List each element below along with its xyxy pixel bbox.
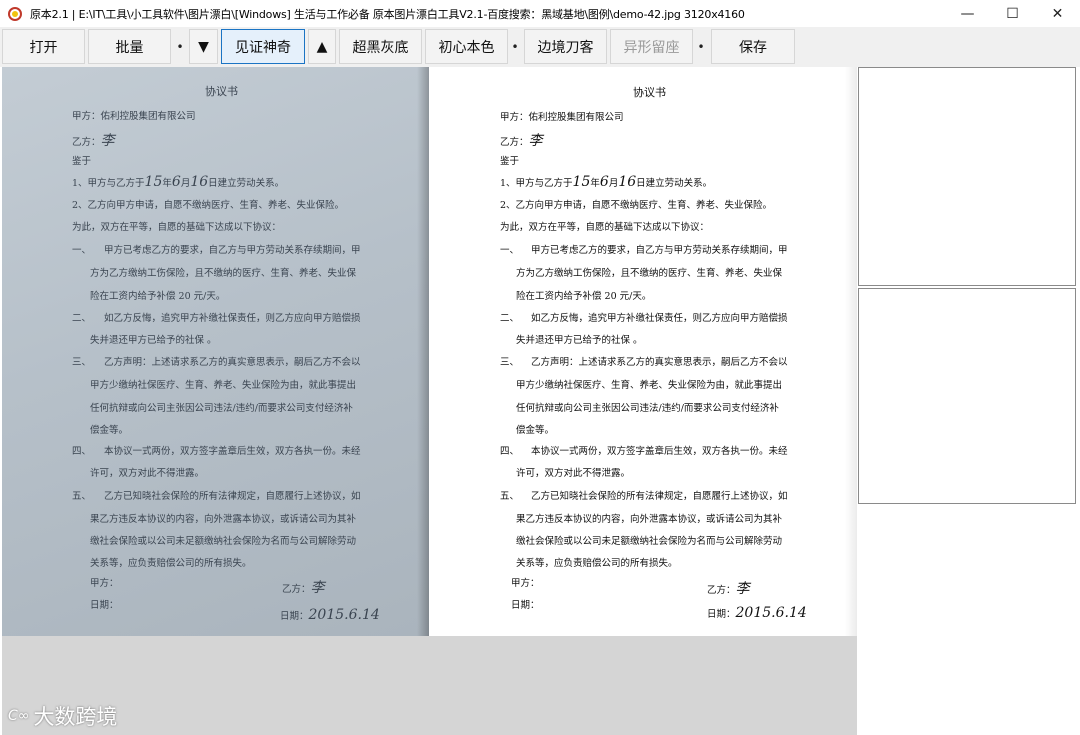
doc-item-num: 五、	[72, 491, 92, 502]
up-arrow-button[interactable]: ▲	[308, 29, 336, 64]
doc-sign-b: 乙方：李	[282, 580, 325, 596]
witness-button[interactable]: 见证神奇	[221, 29, 305, 64]
doc-clause-2: 2、乙方向甲方申请，自愿不缴纳医疗、生育、养老、失业保险。	[500, 200, 773, 211]
doc-paragraph-line: 如乙方反悔，追究甲方补缴社保责任，则乙方应向甲方赔偿损	[531, 313, 788, 324]
doc-party-b: 乙方：李	[500, 133, 543, 149]
canvas-background	[2, 636, 857, 735]
watermark-logo-icon: C∞	[8, 708, 30, 724]
doc-party-a: 甲方：佑利控股集团有限公司	[500, 112, 624, 123]
batch-button[interactable]: 批量	[88, 29, 171, 64]
close-button[interactable]: ✕	[1035, 0, 1080, 27]
minimize-button[interactable]: —	[945, 0, 990, 27]
doc-paragraph-line: 失并退还甲方已给予的社保 。	[90, 335, 217, 346]
doc-paragraph-line: 乙方声明：上述请求系乙方的真实意思表示，嗣后乙方不会以	[531, 357, 788, 368]
doc-party-b: 乙方：李	[72, 133, 115, 149]
doc-paragraph-line: 缴社会保险或以公司未足额缴纳社会保险为名而与公司解除劳动	[90, 536, 357, 547]
doc-paragraph-line: 乙方声明：上述请求系乙方的真实意思表示，嗣后乙方不会以	[104, 357, 361, 368]
doc-clause-2: 2、乙方向甲方申请，自愿不缴纳医疗、生育、养老、失业保险。	[72, 200, 345, 211]
doc-paragraph-line: 如乙方反悔，追究甲方补缴社保责任，则乙方应向甲方赔偿损	[104, 313, 361, 324]
doc-paragraph-line: 乙方已知晓社会保险的所有法律规定，自愿履行上述协议，如	[104, 491, 361, 502]
page-edge-shadow	[417, 67, 429, 636]
doc-paragraph-line: 方为乙方缴纳工伤保险，且不缴纳的医疗、生育、养老、失业保	[90, 268, 357, 279]
doc-item-num: 三、	[500, 357, 520, 368]
doc-paragraph-line: 偿金等。	[90, 425, 129, 436]
doc-paragraph-line: 偿金等。	[516, 425, 555, 436]
doc-paragraph-line: 许可，双方对此不得泄露。	[516, 468, 631, 479]
maximize-button[interactable]: ☐	[990, 0, 1035, 27]
doc-sign-b: 乙方：李	[707, 581, 750, 597]
doc-item-num: 二、	[72, 313, 92, 324]
doc-paragraph-line: 甲方少缴纳社保医疗、生育、养老、失业保险为由，就此事提出	[516, 380, 783, 391]
handwriting: 李	[528, 133, 543, 149]
page-edge-shadow	[845, 67, 857, 636]
doc-sign-a: 甲方：	[511, 578, 540, 589]
doc-clause-1: 1、甲方与乙方于15年6月16日建立劳动关系。	[500, 174, 713, 190]
doc-paragraph-line: 关系等，应负责赔偿公司的所有损失。	[90, 558, 252, 569]
doc-paragraph-line: 甲方已考虑乙方的要求，自乙方与甲方劳动关系存续期间，甲	[104, 245, 361, 256]
doc-item-num: 四、	[72, 446, 92, 457]
doc-paragraph-line: 险在工资内给予补偿 20 元/天。	[516, 291, 652, 302]
doc-item-num: 五、	[500, 491, 520, 502]
toolbar-separator: •	[511, 39, 519, 54]
doc-paragraph-line: 任何抗辩或向公司主张因公司违法/违约/而要求公司支付经济补	[516, 403, 779, 414]
doc-paragraph-line: 果乙方违反本协议的内容，向外泄露本协议，或诉请公司为其补	[90, 514, 357, 525]
doc-item-num: 二、	[500, 313, 520, 324]
alien-seat-button[interactable]: 异形留座	[610, 29, 693, 64]
doc-item-num: 一、	[500, 245, 520, 256]
doc-date-a: 日期：	[511, 600, 540, 611]
doc-paragraph-line: 失并退还甲方已给予的社保 。	[516, 335, 643, 346]
toolbar-separator: •	[697, 39, 705, 54]
down-arrow-button[interactable]: ▼	[189, 29, 218, 64]
doc-date-a: 日期：	[90, 600, 119, 611]
open-button[interactable]: 打开	[2, 29, 85, 64]
window-title: 原本2.1 | E:\IT\工具\小工具软件\图片漂白\[Windows] 生活…	[30, 7, 745, 21]
preview-panel-top[interactable]	[858, 67, 1076, 286]
doc-whereas: 鉴于	[72, 156, 92, 167]
doc-paragraph-line: 方为乙方缴纳工伤保险，且不缴纳的医疗、生育、养老、失业保	[516, 268, 783, 279]
doc-paragraph-line: 果乙方违反本协议的内容，向外泄露本协议，或诉请公司为其补	[516, 514, 783, 525]
doc-item-num: 四、	[500, 446, 520, 457]
handwriting: 李	[100, 133, 115, 149]
doc-whereas: 鉴于	[500, 156, 520, 167]
doc-paragraph-line: 险在工资内给予补偿 20 元/天。	[90, 291, 226, 302]
doc-paragraph-line: 本协议一式两份，双方签字盖章后生效，双方各执一份。未经	[104, 446, 361, 457]
doc-paragraph-line: 乙方已知晓社会保险的所有法律规定，自愿履行上述协议，如	[531, 491, 788, 502]
original-image-view[interactable]: 协议书 甲方：佑利控股集团有限公司 乙方：李 鉴于 1、甲方与乙方于15年6月1…	[2, 67, 429, 636]
doc-date-b: 日期：2015.6.14	[707, 605, 807, 621]
save-button[interactable]: 保存	[711, 29, 795, 64]
doc-title: 协议书	[633, 86, 666, 99]
doc-clause-3: 为此，双方在平等，自愿的基础下达成以下协议：	[500, 222, 710, 233]
title-bar: 原本2.1 | E:\IT\工具\小工具软件\图片漂白\[Windows] 生活…	[0, 0, 1080, 27]
doc-sign-a: 甲方：	[90, 578, 119, 589]
doc-title: 协议书	[205, 85, 238, 98]
processed-image-view[interactable]: 协议书 甲方：佑利控股集团有限公司 乙方：李 鉴于 1、甲方与乙方于15年6月1…	[429, 67, 857, 636]
doc-item-num: 一、	[72, 245, 92, 256]
doc-clause-3: 为此，双方在平等，自愿的基础下达成以下协议：	[72, 222, 282, 233]
doc-party-a: 甲方：佑利控股集团有限公司	[72, 111, 196, 122]
doc-paragraph-line: 任何抗辩或向公司主张因公司违法/违约/而要求公司支付经济补	[90, 403, 353, 414]
doc-paragraph-line: 许可，双方对此不得泄露。	[90, 468, 205, 479]
doc-paragraph-line: 缴社会保险或以公司未足额缴纳社会保险为名而与公司解除劳动	[516, 536, 783, 547]
original-color-button[interactable]: 初心本色	[425, 29, 508, 64]
toolbar: 打开 批量 • ▼ 见证神奇 ▲ 超黑灰底 初心本色 • 边境刀客 异形留座 •…	[0, 27, 1080, 67]
watermark-text: 大数跨境	[33, 705, 118, 729]
doc-paragraph-line: 甲方已考虑乙方的要求，自乙方与甲方劳动关系存续期间，甲	[531, 245, 788, 256]
doc-paragraph-line: 关系等，应负责赔偿公司的所有损失。	[516, 558, 678, 569]
doc-paragraph-line: 甲方少缴纳社保医疗、生育、养老、失业保险为由，就此事提出	[90, 380, 357, 391]
toolbar-separator: •	[176, 39, 184, 54]
preview-panel-bottom[interactable]	[858, 288, 1076, 504]
app-icon	[8, 6, 22, 21]
watermark: C∞ 大数跨境	[8, 701, 117, 731]
edge-knife-button[interactable]: 边境刀客	[524, 29, 607, 64]
super-black-gray-button[interactable]: 超黑灰底	[339, 29, 422, 64]
doc-item-num: 三、	[72, 357, 92, 368]
doc-paragraph-line: 本协议一式两份，双方签字盖章后生效，双方各执一份。未经	[531, 446, 788, 457]
workspace: 协议书 甲方：佑利控股集团有限公司 乙方：李 鉴于 1、甲方与乙方于15年6月1…	[0, 67, 1080, 735]
doc-date-b: 日期：2015.6.14	[280, 607, 380, 623]
doc-clause-1: 1、甲方与乙方于15年6月16日建立劳动关系。	[72, 174, 285, 190]
